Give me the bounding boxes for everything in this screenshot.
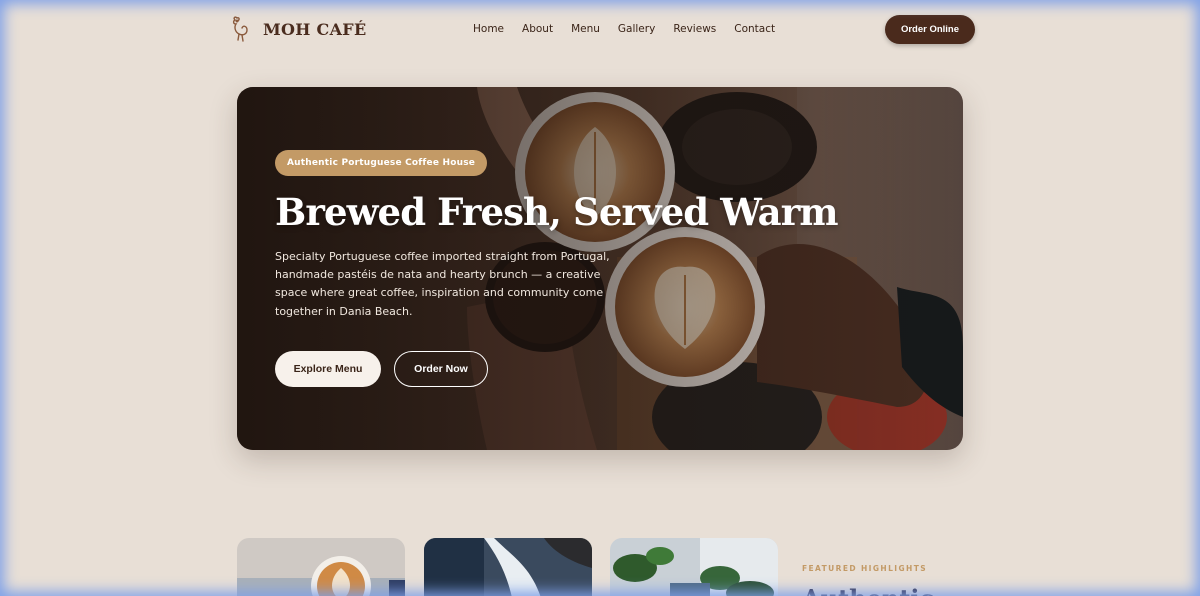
hero-badge: Authentic Portuguese Coffee House [275,150,488,176]
main-nav: Home About Menu Gallery Reviews Contact [473,23,775,35]
nav-menu[interactable]: Menu [571,23,600,35]
rooster-logo-icon [232,16,248,42]
latte-art-image [237,538,405,596]
order-now-button[interactable]: Order Now [394,351,488,387]
brand-logo[interactable]: MOH CAFÉ [229,14,366,44]
nav-reviews[interactable]: Reviews [673,23,716,35]
brand-name: MOH CAFÉ [263,19,367,39]
milk-pour-image [424,538,592,596]
explore-menu-button[interactable]: Explore Menu [275,351,381,387]
nav-contact[interactable]: Contact [734,23,775,35]
nav-home[interactable]: Home [473,23,504,35]
hero-title: Brewed Fresh, Served Warm [275,190,839,234]
highlight-card-plants[interactable] [610,538,778,596]
cafe-plants-image [610,538,778,596]
order-online-button[interactable]: Order Online [885,15,975,44]
hero-content: Authentic Portuguese Coffee House Brewed… [275,150,839,321]
hero-buttons: Explore Menu Order Now [275,351,488,387]
nav-about[interactable]: About [522,23,553,35]
hero-banner: Authentic Portuguese Coffee House Brewed… [237,87,963,450]
hero-description: Specialty Portuguese coffee imported str… [275,250,610,318]
highlight-card-latte[interactable] [237,538,405,596]
featured-highlights-title: Authentic [802,584,934,596]
featured-highlights-label: FEATURED HIGHLIGHTS [802,564,928,573]
highlight-card-pour[interactable] [424,538,592,596]
nav-gallery[interactable]: Gallery [618,23,655,35]
site-header: MOH CAFÉ Home About Menu Gallery Reviews… [0,0,1200,60]
